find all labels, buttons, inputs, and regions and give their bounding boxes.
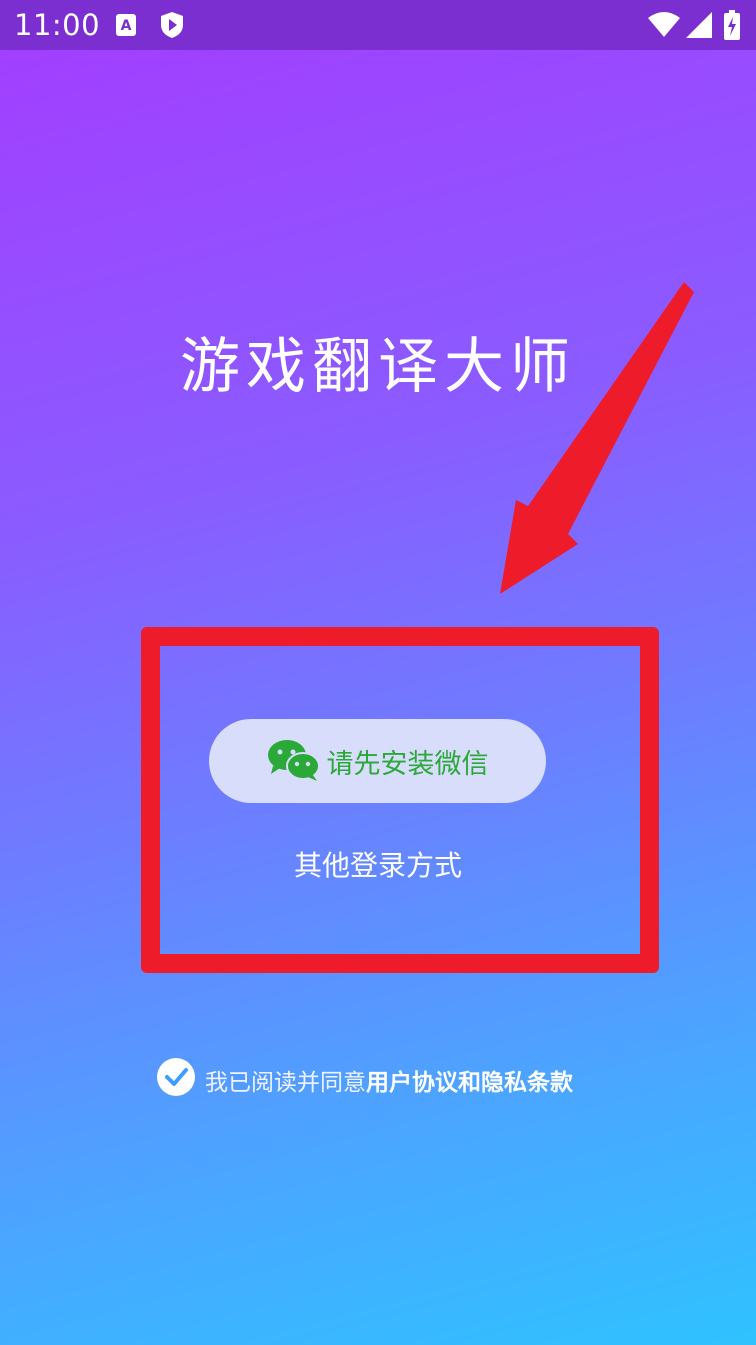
signal-icon <box>686 12 712 42</box>
other-login-link[interactable]: 其他登录方式 <box>0 844 756 884</box>
wifi-icon <box>648 12 680 42</box>
battery-icon <box>724 10 740 44</box>
status-bar: 11:00 A <box>0 0 756 50</box>
check-circle-icon <box>157 1058 195 1096</box>
agreement-row: 我已阅读并同意 用户协议 和 隐私条款 <box>157 1058 573 1102</box>
play-shield-icon <box>160 11 184 43</box>
app-title: 游戏翻译大师 <box>180 332 576 402</box>
wechat-button-label: 请先安装微信 <box>326 748 489 780</box>
agreement-prefix: 我已阅读并同意 <box>205 1070 366 1096</box>
privacy-policy-link[interactable]: 隐私条款 <box>481 1063 573 1097</box>
status-time: 11:00 <box>14 8 101 42</box>
wechat-login-button[interactable]: 请先安装微信 <box>209 719 546 803</box>
wechat-icon <box>267 738 327 785</box>
agreement-conjunction: 和 <box>458 1070 481 1096</box>
svg-text:A: A <box>121 18 132 34</box>
user-agreement-link[interactable]: 用户协议 <box>366 1063 458 1097</box>
agreement-checkbox[interactable] <box>157 1058 205 1102</box>
font-a-icon: A <box>116 14 136 40</box>
